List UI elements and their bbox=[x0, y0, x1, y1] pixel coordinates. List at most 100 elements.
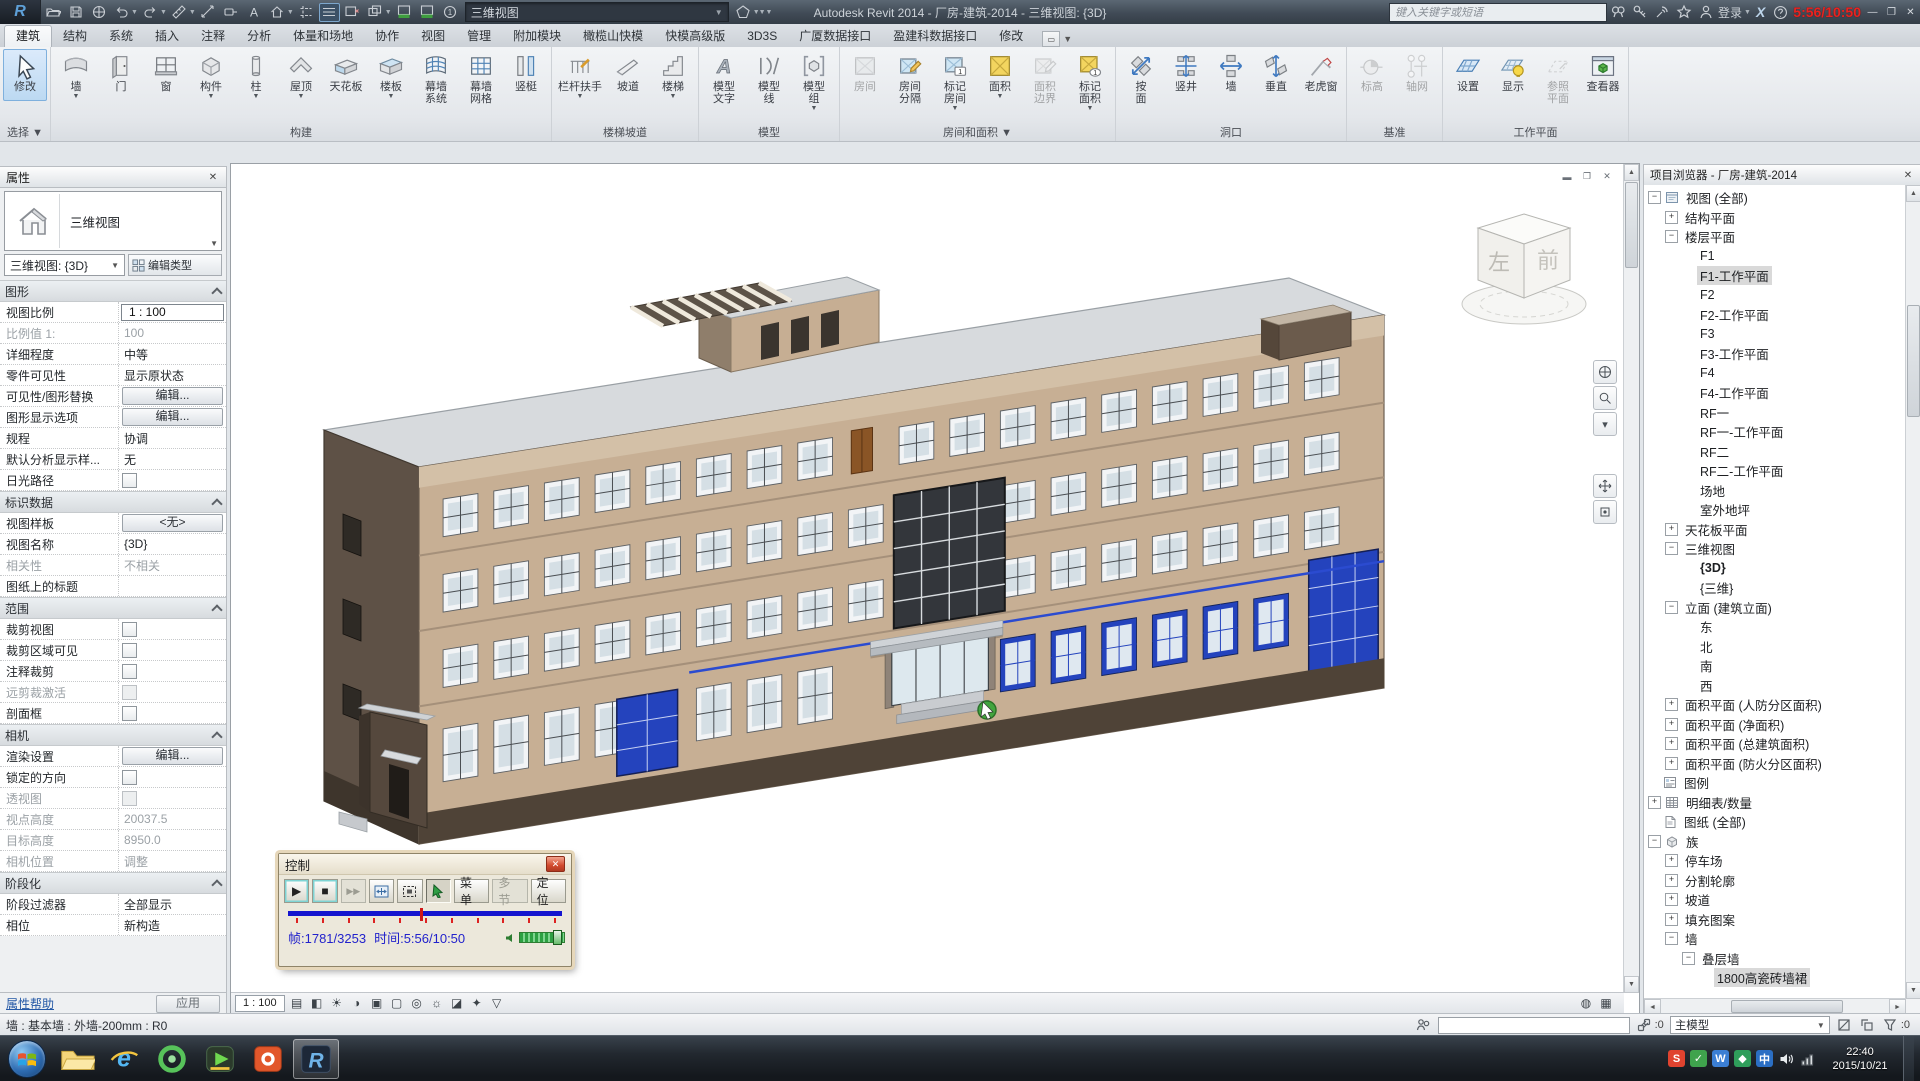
tree-item[interactable]: RF一-工作平面 bbox=[1644, 422, 1906, 442]
ribbon-tab-12[interactable]: 快模高级版 bbox=[654, 26, 736, 47]
property-value[interactable]: 无 bbox=[119, 451, 226, 468]
tree-toggle-icon[interactable]: − bbox=[1648, 191, 1661, 204]
collapse-chevron-icon[interactable] bbox=[211, 287, 222, 298]
ribbon-tab-16[interactable]: 修改 bbox=[988, 26, 1034, 47]
tree-item-label[interactable]: 分割轮廓 bbox=[1682, 871, 1738, 890]
tree-item-label[interactable]: 天花板平面 bbox=[1682, 520, 1751, 539]
taskbar-clock[interactable]: 22:40 2015/10/21 bbox=[1822, 1045, 1898, 1073]
tree-toggle-icon[interactable]: + bbox=[1665, 698, 1678, 711]
quick-access-view-combo[interactable]: 三维视图 ▼ bbox=[465, 2, 729, 22]
tree-toggle-icon[interactable]: + bbox=[1665, 913, 1678, 926]
tree-item[interactable]: F2-工作平面 bbox=[1644, 305, 1906, 325]
ribbon-tab-7[interactable]: 协作 bbox=[364, 26, 410, 47]
taskbar-app-screen-recorder[interactable] bbox=[245, 1039, 291, 1079]
property-value[interactable]: 中等 bbox=[119, 346, 226, 363]
view-scale-button[interactable]: 1 : 100 bbox=[235, 995, 285, 1012]
property-value[interactable]: 100 bbox=[119, 326, 226, 340]
edit-type-button[interactable]: 编辑类型 bbox=[128, 254, 222, 276]
tree-item-label[interactable]: RF二-工作平面 bbox=[1697, 461, 1786, 480]
tree-item[interactable]: F3 bbox=[1644, 325, 1906, 345]
property-group-header[interactable]: 范围 bbox=[0, 597, 226, 619]
communication-center-icon[interactable] bbox=[1652, 3, 1672, 21]
property-value[interactable]: 8950.0 bbox=[119, 833, 226, 847]
temporary-view-icon[interactable]: ◪ bbox=[447, 995, 467, 1012]
ribbon-button-modify[interactable]: 修改 bbox=[3, 49, 47, 101]
blue-app-tray-icon[interactable]: W bbox=[1712, 1050, 1729, 1067]
ribbon-button-areabound[interactable]: 面积 边界 bbox=[1023, 49, 1067, 113]
restore-button[interactable]: ❐ bbox=[1883, 5, 1900, 20]
ribbon-tab-0[interactable]: 建筑 bbox=[4, 25, 52, 47]
tree-toggle-icon[interactable]: + bbox=[1665, 523, 1678, 536]
chevron-down-icon[interactable]: ▼ bbox=[1744, 9, 1751, 16]
ribbon-tab-14[interactable]: 广厦数据接口 bbox=[788, 26, 882, 47]
sun-path-icon[interactable]: ☀ bbox=[327, 995, 347, 1012]
tree-item[interactable]: −视图 (全部) bbox=[1644, 188, 1906, 208]
tree-toggle-icon[interactable]: − bbox=[1665, 601, 1678, 614]
taskbar-app-browser-360[interactable] bbox=[149, 1039, 195, 1079]
taskbar-app-media-player[interactable] bbox=[197, 1039, 243, 1079]
property-edit-button[interactable]: <无> bbox=[122, 514, 223, 532]
ribbon-button-level[interactable]: 标高 bbox=[1350, 49, 1394, 101]
chevron-down-icon[interactable]: ▼ bbox=[189, 9, 196, 16]
chevron-down-icon[interactable]: ▼ bbox=[1063, 34, 1072, 44]
thin-icon[interactable] bbox=[319, 3, 340, 22]
ribbon-button-mullion[interactable]: 竖梃 bbox=[504, 49, 548, 101]
tree-item-label[interactable]: 面积平面 (净面积) bbox=[1682, 715, 1787, 734]
ribbon-tab-5[interactable]: 分析 bbox=[236, 26, 282, 47]
scroll-up-icon[interactable]: ▲ bbox=[1624, 164, 1639, 181]
ribbon-tab-2[interactable]: 系统 bbox=[98, 26, 144, 47]
fast-forward-button[interactable]: ▶▶ bbox=[341, 879, 366, 903]
tree-item-label[interactable]: 停车场 bbox=[1682, 851, 1726, 870]
ribbon-panel-label[interactable]: 工作平面 bbox=[1443, 126, 1628, 141]
scrollbar-thumb[interactable] bbox=[1731, 1000, 1843, 1013]
type-selector[interactable]: 三维视图 ▼ bbox=[4, 191, 222, 251]
tree-item[interactable]: +分割轮廓 bbox=[1644, 871, 1906, 891]
subscription-key-icon[interactable] bbox=[1630, 3, 1650, 21]
toolbar-overflow-icon[interactable]: ▼▼ bbox=[759, 9, 773, 16]
tree-item-label[interactable]: 三维视图 bbox=[1682, 539, 1738, 558]
tree-toggle-icon[interactable]: + bbox=[1648, 796, 1661, 809]
tree-item-label[interactable]: 墙 bbox=[1682, 929, 1701, 948]
visual-style-icon[interactable]: ◧ bbox=[307, 995, 327, 1012]
vertical-scrollbar[interactable]: ▲ ▼ bbox=[1623, 164, 1639, 993]
panel-display-toggle[interactable]: ▭ bbox=[1042, 31, 1060, 47]
ribbon-button-door[interactable]: 门 bbox=[99, 49, 143, 101]
property-checkbox[interactable] bbox=[122, 664, 137, 679]
show-desktop-button[interactable] bbox=[1903, 1036, 1914, 1081]
tree-item-label[interactable]: F4-工作平面 bbox=[1697, 383, 1772, 402]
dim-icon[interactable] bbox=[198, 3, 219, 22]
navigation-wheel-icon[interactable] bbox=[1593, 360, 1617, 384]
property-checkbox[interactable] bbox=[122, 791, 137, 806]
design-option-select[interactable]: 主模型▼ bbox=[1670, 1016, 1830, 1034]
tree-item[interactable]: 1800高瓷砖墙裙 bbox=[1644, 968, 1906, 988]
save-icon[interactable] bbox=[65, 3, 86, 22]
tree-item[interactable]: {三维} bbox=[1644, 578, 1906, 598]
taskbar-app-revit[interactable]: R bbox=[293, 1039, 339, 1079]
ribbon-tab-8[interactable]: 视图 bbox=[410, 26, 456, 47]
ribbon-button-wpshow[interactable]: 显示 bbox=[1491, 49, 1535, 101]
property-edit-button[interactable]: 编辑... bbox=[122, 387, 223, 405]
scrollbar-thumb[interactable] bbox=[1625, 182, 1638, 268]
drawing-area[interactable]: 左 前 ▾ ▬ ❐ ✕ ▲ ▼ 1 : 10 bbox=[231, 164, 1639, 1013]
ribbon-button-mline[interactable]: 模型 线 bbox=[747, 49, 791, 113]
ribbon-button-floor[interactable]: 楼板▼ bbox=[369, 49, 413, 101]
ribbon-tab-15[interactable]: 盈建科数据接口 bbox=[882, 26, 988, 47]
tree-toggle-icon[interactable]: − bbox=[1665, 230, 1678, 243]
ribbon-panel-label[interactable]: 构建 bbox=[51, 126, 551, 141]
redo-icon[interactable] bbox=[140, 3, 161, 22]
tree-item[interactable]: F3-工作平面 bbox=[1644, 344, 1906, 364]
tree-item-label[interactable]: 叠层墙 bbox=[1699, 949, 1743, 968]
tree-item[interactable]: −叠层墙 bbox=[1644, 949, 1906, 969]
chevron-down-icon[interactable]: ▼ bbox=[385, 9, 392, 16]
sketch-shape-icon[interactable] bbox=[733, 3, 754, 22]
tree-item-label[interactable]: 西 bbox=[1697, 676, 1716, 695]
ribbon-button-curtaingrid[interactable]: 幕墙 网格 bbox=[459, 49, 503, 113]
close-button[interactable]: ✕ bbox=[1902, 5, 1919, 20]
start-button[interactable] bbox=[8, 1040, 46, 1078]
ribbon-button-wall[interactable]: 墙▼ bbox=[54, 49, 98, 101]
tree-item[interactable]: +坡道 bbox=[1644, 890, 1906, 910]
property-group-header[interactable]: 标识数据 bbox=[0, 491, 226, 513]
tree-item-label[interactable]: RF二 bbox=[1697, 442, 1732, 461]
property-group-header[interactable]: 图形 bbox=[0, 280, 226, 302]
timeline-position-marker[interactable] bbox=[420, 908, 423, 921]
